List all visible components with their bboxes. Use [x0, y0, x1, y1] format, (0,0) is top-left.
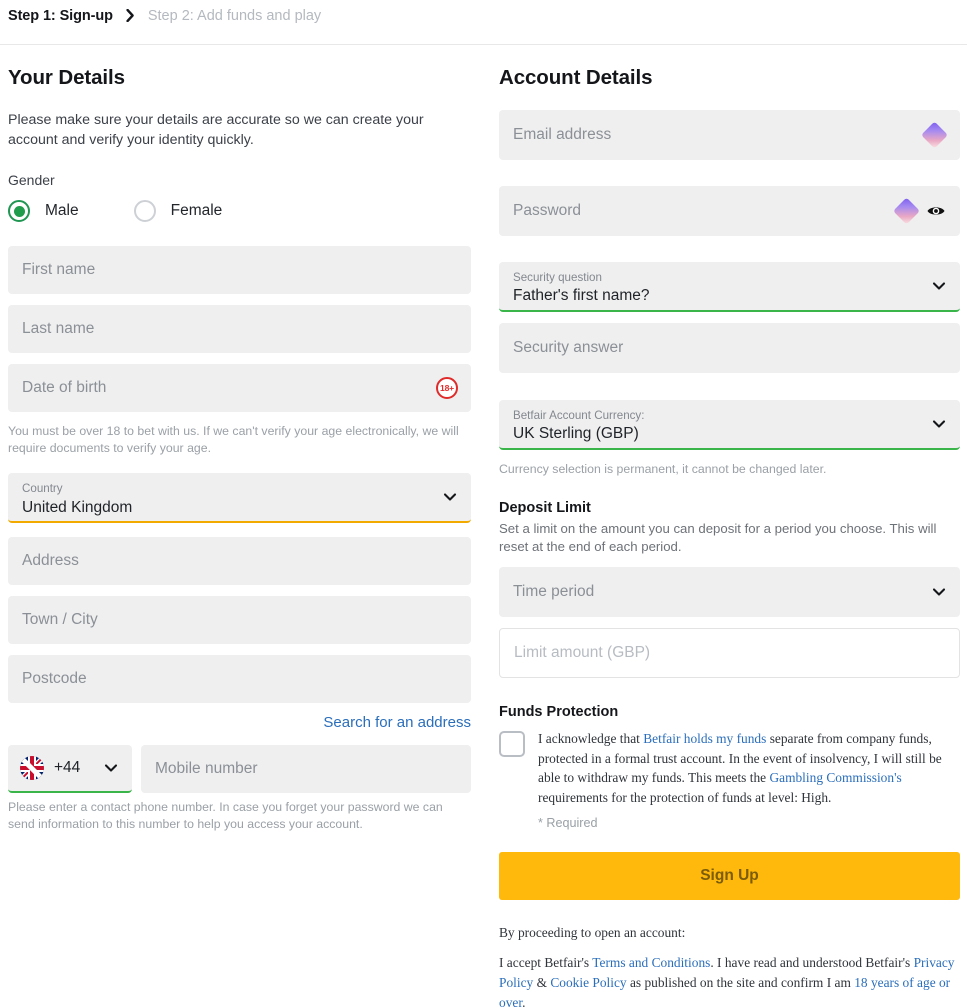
mobile-number-input[interactable]: Mobile number [141, 745, 471, 794]
header-divider [0, 44, 967, 45]
postcode-placeholder: Postcode [22, 670, 87, 688]
password-input[interactable]: Password [499, 186, 960, 236]
currency-select[interactable]: Betfair Account Currency: UK Sterling (G… [499, 400, 960, 450]
limit-amount-placeholder: Limit amount (GBP) [514, 643, 651, 661]
sign-up-button[interactable]: Sign Up [499, 852, 960, 901]
time-period-placeholder: Time period [513, 582, 595, 600]
town-city-placeholder: Town / City [22, 611, 98, 629]
security-question-select[interactable]: Security question Father's first name? [499, 262, 960, 312]
your-details-intro: Please make sure your details are accura… [8, 112, 424, 149]
chevron-right-icon [126, 8, 135, 24]
chevron-down-icon[interactable] [443, 490, 457, 504]
funds-text-1: I acknowledge that [538, 730, 644, 746]
uk-flag-icon [20, 756, 44, 781]
account-details-heading: Account Details [499, 66, 653, 89]
currency-label: Betfair Account Currency: [513, 408, 645, 422]
show-password-eye-icon[interactable] [926, 201, 946, 221]
signup-page: Step 1: Sign-up Step 2: Add funds and pl… [0, 0, 967, 1008]
deposit-limit-heading: Deposit Limit [499, 499, 591, 516]
required-note: * Required [538, 816, 598, 831]
your-details-heading: Your Details [8, 66, 125, 89]
funds-protection-checkbox[interactable] [499, 730, 525, 757]
radio-male-icon[interactable] [8, 200, 30, 223]
gender-option-female[interactable]: Female [133, 200, 223, 223]
date-of-birth-helper: You must be over 18 to bet with us. If w… [8, 424, 459, 456]
account-details-column: Account Details Email address Password S… [499, 66, 960, 1008]
funds-protection-text-block: I acknowledge that Betfair holds my fund… [538, 729, 960, 830]
cookie-policy-link[interactable]: Cookie Policy [550, 975, 626, 990]
search-for-an-address-link[interactable]: Search for an address [8, 714, 471, 731]
gender-label: Gender [8, 172, 55, 189]
country-value: United Kingdom [22, 498, 133, 516]
currency-helper-text: Currency selection is permanent, it cann… [499, 462, 827, 476]
country-label: Country [22, 481, 63, 495]
phone-row: +44 Mobile number [8, 745, 471, 794]
funds-protection-text: I acknowledge that Betfair holds my fund… [538, 729, 960, 807]
age-18-plus-icon: 18+ [436, 377, 458, 400]
breadcrumb-step-2[interactable]: Step 2: Add funds and play [148, 8, 321, 24]
phone-helper-text: Please enter a contact phone number. In … [8, 800, 443, 832]
mobile-number-placeholder: Mobile number [155, 760, 258, 778]
email-placeholder: Email address [513, 126, 612, 143]
security-question-label: Security question [513, 270, 602, 284]
gambling-commission-link[interactable]: Gambling Commission's [769, 770, 901, 785]
email-input[interactable]: Email address [499, 110, 960, 160]
town-city-input[interactable]: Town / City [8, 596, 471, 645]
breadcrumb: Step 1: Sign-up Step 2: Add funds and pl… [8, 8, 321, 24]
footer-text-4: . [522, 995, 526, 1008]
footer-ampersand: & [533, 975, 551, 991]
funds-protection-heading: Funds Protection [499, 703, 619, 720]
password-manager-diamond-icon[interactable] [921, 121, 948, 149]
terms-and-conditions-link[interactable]: Terms and Conditions [592, 955, 710, 970]
time-period-select[interactable]: Time period [499, 566, 960, 617]
chevron-down-icon[interactable] [104, 761, 118, 775]
chevron-down-icon[interactable] [932, 279, 946, 293]
security-question-value: Father's first name? [513, 287, 650, 305]
security-answer-input[interactable]: Security answer [499, 323, 960, 373]
deposit-limit-description: Set a limit on the amount you can deposi… [499, 520, 937, 555]
first-name-placeholder: First name [22, 261, 96, 279]
footer-legal-text: I accept Betfair's Terms and Conditions.… [499, 953, 960, 1008]
funds-protection-row: I acknowledge that Betfair holds my fund… [499, 729, 960, 830]
last-name-input[interactable]: Last name [8, 305, 471, 354]
first-name-input[interactable]: First name [8, 246, 471, 295]
date-of-birth-input[interactable]: Date of birth 18+ [8, 364, 471, 413]
country-select[interactable]: Country United Kingdom [8, 473, 471, 524]
gender-female-label: Female [170, 202, 223, 220]
betfair-holds-my-funds-link[interactable]: Betfair holds my funds [643, 731, 766, 746]
phone-country-code-select[interactable]: +44 [8, 745, 132, 794]
password-placeholder: Password [513, 202, 582, 219]
gender-radio-group: Male Female [8, 200, 471, 223]
gender-option-male[interactable]: Male [8, 200, 79, 223]
footer-text-1: I accept Betfair's [499, 955, 593, 971]
funds-text-3: requirements for the protection of funds… [538, 789, 832, 805]
phone-prefix-value: +44 [54, 759, 81, 777]
footer-text-3: as published on the site and confirm I a… [626, 975, 855, 991]
footer-text-2: . I have read and understood Betfair's [710, 955, 914, 971]
address-input[interactable]: Address [8, 537, 471, 586]
date-of-birth-placeholder: Date of birth [22, 379, 107, 397]
your-details-column: Your Details Please make sure your detai… [8, 66, 471, 833]
footer-intro: By proceeding to open an account: [499, 925, 686, 941]
chevron-down-icon[interactable] [932, 417, 946, 431]
radio-female-icon[interactable] [133, 200, 156, 223]
chevron-down-icon[interactable] [932, 585, 946, 599]
security-answer-placeholder: Security answer [513, 339, 624, 356]
breadcrumb-step-1[interactable]: Step 1: Sign-up [8, 8, 113, 24]
limit-amount-input[interactable]: Limit amount (GBP) [499, 627, 960, 678]
password-manager-diamond-icon[interactable] [893, 197, 920, 225]
currency-value: UK Sterling (GBP) [513, 425, 639, 443]
address-placeholder: Address [22, 552, 79, 570]
last-name-placeholder: Last name [22, 320, 95, 338]
gender-male-label: Male [45, 202, 79, 220]
postcode-input[interactable]: Postcode [8, 655, 471, 704]
